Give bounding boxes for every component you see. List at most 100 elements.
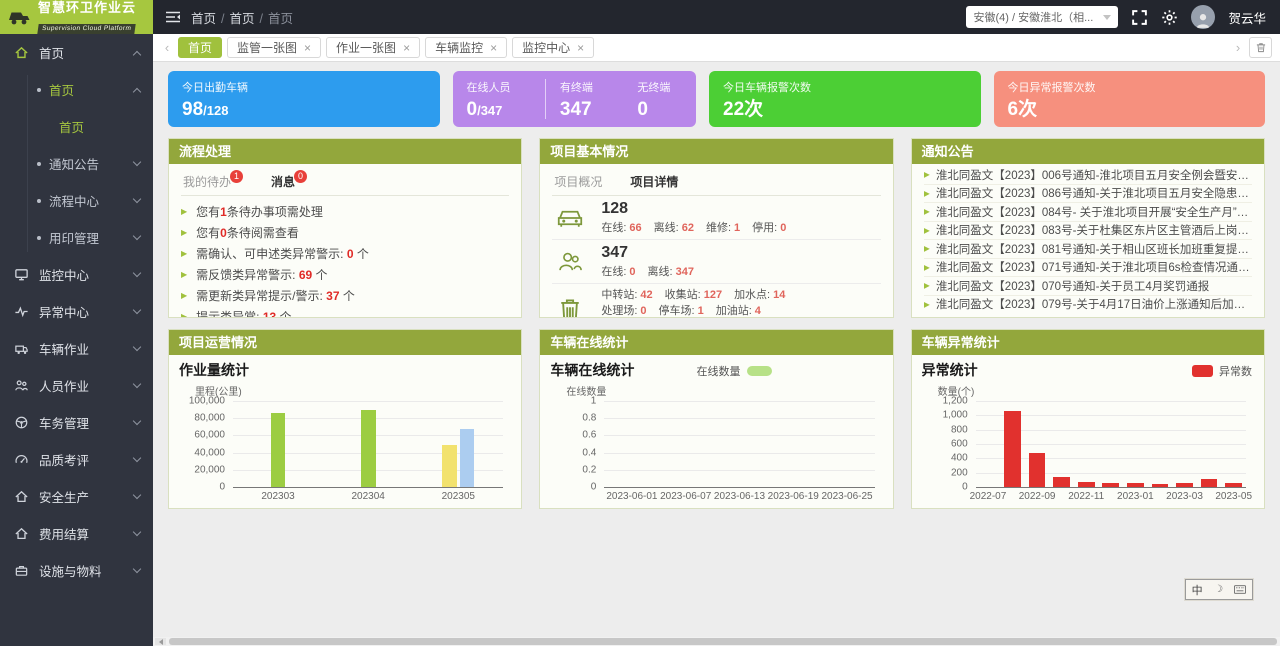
chevron-up-icon xyxy=(133,87,141,95)
sidebar-item-safety-production[interactable]: 安全生产 xyxy=(0,478,153,515)
project-panel: 项目基本情况 项目概况 项目详情 128 在线:66 xyxy=(539,138,893,318)
sidebar-item-fleet-management[interactable]: 车务管理 xyxy=(0,404,153,441)
fullscreen-icon[interactable] xyxy=(1131,9,1148,26)
scroll-left-arrow[interactable] xyxy=(155,638,166,645)
main-area: ‹ 首页 监管一张图× 作业一张图 × 车辆监控× 监控中心× › 今日出勤车辆 … xyxy=(153,34,1280,646)
sidebar-item-personnel-operation[interactable]: 人员作业 xyxy=(0,367,153,404)
message-badge: 0 xyxy=(294,170,307,183)
sidebar-item-facilities-materials[interactable]: 设施与物料 xyxy=(0,552,153,589)
breadcrumb: 首页/首页/首页 xyxy=(191,8,293,27)
todo-item[interactable]: ▶需反馈类异常警示: 69 个 xyxy=(181,264,509,285)
sidebar-item-home[interactable]: 首页 xyxy=(0,34,153,71)
close-icon[interactable]: × xyxy=(304,42,311,54)
todo-item[interactable]: ▶您有0条待阅需查看 xyxy=(181,222,509,243)
ime-toolbar[interactable]: 中 ☽ xyxy=(1185,579,1253,600)
triangle-bullet-icon: ▶ xyxy=(924,263,930,272)
personnel-stats: 在线:0 离线:347 xyxy=(601,263,694,279)
gear-icon[interactable] xyxy=(1161,9,1178,26)
legend[interactable]: 异常数 xyxy=(1192,363,1252,379)
tabs-scroll-left-icon[interactable]: ‹ xyxy=(161,41,173,54)
todo-item[interactable]: ▶提示类异常: 13 个 xyxy=(181,306,509,317)
collapse-sidebar-icon[interactable] xyxy=(165,10,181,24)
sidebar-item-monitor-center[interactable]: 监控中心 xyxy=(0,256,153,293)
tabs-scroll-right-icon[interactable]: › xyxy=(1232,41,1244,54)
card-value: 0 xyxy=(637,99,682,121)
process-panel: 流程处理 我的待办1 消息0 ▶您有1条待办事项需处理 ▶您有0条待阅需查看 ▶… xyxy=(168,138,522,318)
notice-item[interactable]: ▶淮北同盈文【2023】081号通知-关于相山区班长加班重复提报的通报 xyxy=(924,240,1252,259)
vehicle-stats: 在线:66 离线:62 维修:1 停用:0 xyxy=(601,219,786,235)
tab-vehicle-monitor[interactable]: 车辆监控× xyxy=(425,37,507,58)
card-value-sub: /128 xyxy=(203,103,228,118)
chevron-down-icon xyxy=(133,453,141,461)
sidebar-item-cost-settlement[interactable]: 费用结算 xyxy=(0,515,153,552)
region-select[interactable]: 安徽(4) / 安徽淮北（相... xyxy=(966,6,1118,28)
notice-item[interactable]: ▶淮北同盈文【2023】006号通知-淮北项目五月安全例会暨安全生产月启动会… xyxy=(924,166,1252,185)
sidebar-item-label: 通知公告 xyxy=(49,154,126,173)
gauge-icon xyxy=(13,452,30,467)
username[interactable]: 贺云华 xyxy=(1228,8,1266,27)
sidebar-item-home-leaf-active[interactable]: 首页 xyxy=(0,108,153,145)
card-abnormal-alarms[interactable]: 今日异常报警次数 6次 xyxy=(994,71,1266,127)
notice-item[interactable]: ▶淮北同盈文【2023】071号通知-关于淮北项目6s检查情况通报(2)(2) xyxy=(924,259,1252,278)
ime-mode-label[interactable]: 中 xyxy=(1192,582,1203,598)
sidebar-item-home-sub[interactable]: 首页 xyxy=(0,71,153,108)
tab-my-todo[interactable]: 我的待办1 xyxy=(183,173,243,190)
legend[interactable]: 在线数量 xyxy=(697,363,772,379)
card-vehicle-alarms[interactable]: 今日车辆报警次数 22次 xyxy=(709,71,981,127)
operation-chart-plot: 100,00080,00060,00040,00020,0000 xyxy=(233,401,503,487)
keyboard-icon[interactable] xyxy=(1234,585,1246,594)
notice-item[interactable]: ▶淮北同盈文【2023】079号-关于4月17日油价上涨通知后加油情况通报 xyxy=(924,296,1252,314)
chevron-down-icon xyxy=(133,564,141,572)
breadcrumb-item[interactable]: 首页 xyxy=(230,12,255,26)
card-value-sub: /347 xyxy=(477,103,502,118)
x-axis-labels: 2023-06-01 2023-06-07 2023-06-13 2023-06… xyxy=(604,491,874,502)
people-icon xyxy=(552,249,588,275)
tab-home[interactable]: 首页 xyxy=(178,37,222,58)
triangle-bullet-icon: ▶ xyxy=(181,291,187,300)
card-label: 今日异常报警次数 xyxy=(1008,79,1252,95)
moon-icon[interactable]: ☽ xyxy=(1214,584,1223,595)
triangle-bullet-icon: ▶ xyxy=(181,207,187,216)
bullet-icon xyxy=(37,88,41,92)
notice-item[interactable]: ▶淮北同盈文【2023】086号通知-关于淮北项目五月安全隐患检查情况通告 xyxy=(924,185,1252,204)
sidebar-item-quality-evaluation[interactable]: 品质考评 xyxy=(0,441,153,478)
chevron-down-icon xyxy=(1103,15,1111,20)
tab-monitor-center[interactable]: 监控中心× xyxy=(512,37,594,58)
card-attendance-vehicles[interactable]: 今日出勤车辆 98/128 xyxy=(168,71,440,127)
triangle-bullet-icon: ▶ xyxy=(181,270,187,279)
close-icon[interactable]: × xyxy=(577,42,584,54)
close-all-tabs-button[interactable] xyxy=(1249,37,1272,58)
sidebar-item-label: 人员作业 xyxy=(39,376,125,395)
sidebar-item-vehicle-operation[interactable]: 车辆作业 xyxy=(0,330,153,367)
close-icon[interactable]: × xyxy=(490,42,497,54)
notice-text: 淮北同盈文【2023】079号-关于4月17日油价上涨通知后加油情况通报 xyxy=(936,296,1252,312)
tab-operation-map[interactable]: 作业一张图 × xyxy=(326,37,420,58)
bullet-icon xyxy=(37,199,41,203)
scrollbar-thumb[interactable] xyxy=(169,638,1277,645)
notice-item[interactable]: ▶淮北同盈文【2023】083号-关于杜集区东片区主管酒后上岗的处罚通告 xyxy=(924,222,1252,241)
notice-item[interactable]: ▶淮北同盈文【2023】084号- 关于淮北项目开展“安全生产月”活动的通知 xyxy=(924,203,1252,222)
todo-item[interactable]: ▶您有1条待办事项需处理 xyxy=(181,201,509,222)
sidebar-item-process-center[interactable]: 流程中心 xyxy=(0,182,153,219)
tab-project-details[interactable]: 项目详情 xyxy=(630,173,678,190)
personnel-no-terminal-col: 无终端 0 xyxy=(623,79,696,119)
personnel-online-col: 在线人员 0/347 xyxy=(453,79,545,119)
close-icon[interactable]: × xyxy=(403,42,410,54)
notice-item[interactable]: ▶淮北同盈文【2023】070号通知-关于员工4月奖罚通报 xyxy=(924,277,1252,296)
horizontal-scrollbar[interactable] xyxy=(153,637,1280,646)
tab-supervision-map[interactable]: 监管一张图× xyxy=(227,37,321,58)
x-axis-labels: 202303 202304 202305 xyxy=(233,491,503,502)
sidebar-item-label: 设施与物料 xyxy=(39,561,125,580)
activity-icon xyxy=(13,304,30,319)
sidebar-item-seal-management[interactable]: 用印管理 xyxy=(0,219,153,256)
sidebar-item-notices[interactable]: 通知公告 xyxy=(0,145,153,182)
tab-project-overview[interactable]: 项目概况 xyxy=(554,173,602,190)
card-online-personnel[interactable]: 在线人员 0/347 有终端 347 无终端 0 xyxy=(453,71,697,127)
avatar[interactable] xyxy=(1191,5,1215,29)
breadcrumb-item[interactable]: 首页 xyxy=(191,12,216,26)
todo-item[interactable]: ▶需更新类异常提示/警示: 37 个 xyxy=(181,285,509,306)
tab-label: 作业一张图 xyxy=(336,39,396,56)
tab-messages[interactable]: 消息0 xyxy=(271,173,307,190)
sidebar-item-abnormal-center[interactable]: 异常中心 xyxy=(0,293,153,330)
todo-item[interactable]: ▶需确认、可申述类异常警示: 0 个 xyxy=(181,243,509,264)
